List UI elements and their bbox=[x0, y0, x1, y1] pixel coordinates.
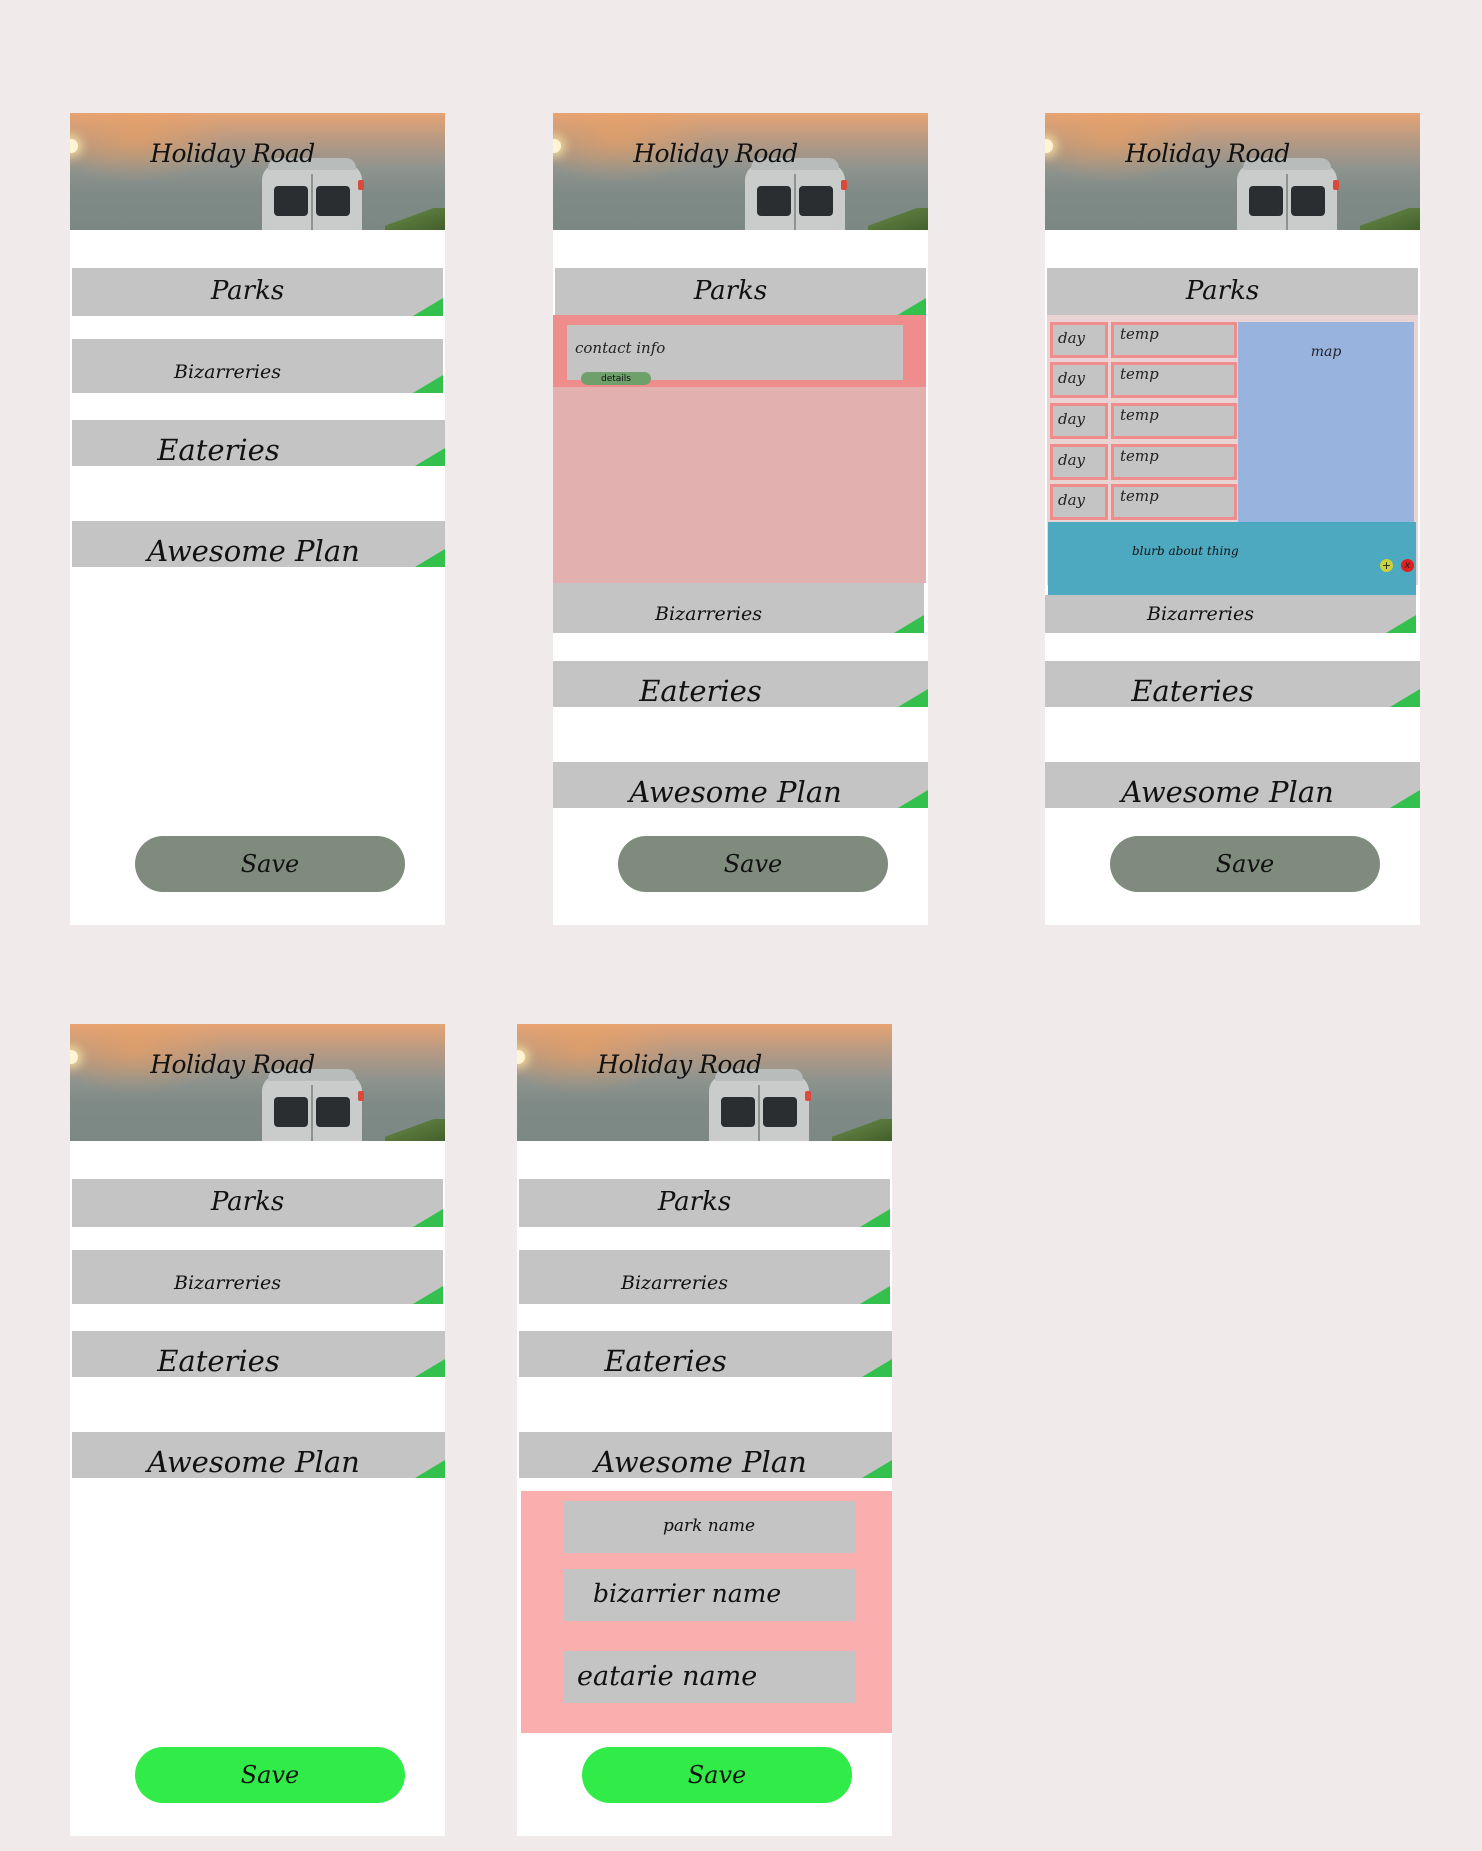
hero-banner: Holiday Road bbox=[553, 113, 928, 230]
save-button[interactable]: Save bbox=[618, 836, 888, 892]
bizarreries-section-bar[interactable]: Bizarreries bbox=[72, 1250, 443, 1304]
bizarrerie-name-field: bizarrier name bbox=[563, 1569, 855, 1621]
itinerary-panel: park name bizarrier name eatarie name bbox=[521, 1491, 892, 1733]
screen-save-enabled: Holiday Road Parks Bizarreries Eateries … bbox=[70, 1024, 445, 1836]
parks-section-bar[interactable]: Parks bbox=[1047, 268, 1418, 316]
van-image bbox=[709, 1069, 811, 1141]
bizarreries-section-bar[interactable]: Bizarreries bbox=[519, 1250, 890, 1304]
park-name-field: park name bbox=[563, 1501, 855, 1553]
weather-temp: temp bbox=[1111, 322, 1237, 358]
eateries-label: Eateries bbox=[157, 433, 280, 466]
app-title: Holiday Road bbox=[597, 1050, 762, 1079]
map-label: map bbox=[1310, 344, 1342, 360]
save-button[interactable]: Save bbox=[582, 1747, 852, 1803]
details-button[interactable]: details bbox=[581, 372, 651, 385]
bizarreries-label: Bizarreries bbox=[621, 1272, 728, 1294]
blurb-text: blurb about thing bbox=[1132, 544, 1239, 558]
save-button[interactable]: Save bbox=[1110, 836, 1380, 892]
plan-section-bar[interactable]: Awesome Plan bbox=[72, 1432, 445, 1478]
eateries-label: Eateries bbox=[157, 1344, 280, 1377]
weather-day: day bbox=[1050, 484, 1108, 520]
app-title: Holiday Road bbox=[150, 1050, 315, 1079]
screen-default: Holiday Road Parks Bizarreries Eateries … bbox=[70, 113, 445, 925]
parks-label: Parks bbox=[657, 1187, 732, 1217]
plan-label: Awesome Plan bbox=[594, 1445, 807, 1478]
weather-temp: temp bbox=[1111, 362, 1237, 398]
plan-section-bar[interactable]: Awesome Plan bbox=[519, 1432, 892, 1478]
save-button[interactable]: Save bbox=[135, 1747, 405, 1803]
weather-temp: temp bbox=[1111, 444, 1237, 480]
blurb-panel: blurb about thing + x bbox=[1048, 522, 1416, 595]
bizarreries-section-bar[interactable]: Bizarreries bbox=[72, 339, 443, 393]
parks-section-bar[interactable]: Parks bbox=[519, 1179, 890, 1227]
weather-day: day bbox=[1050, 444, 1108, 480]
plan-label: Awesome Plan bbox=[147, 1445, 360, 1478]
eateries-section-bar[interactable]: Eateries bbox=[1045, 661, 1420, 707]
save-button[interactable]: Save bbox=[135, 836, 405, 892]
parks-label: Parks bbox=[693, 276, 768, 306]
weather-temp: temp bbox=[1111, 484, 1237, 520]
plan-section-bar[interactable]: Awesome Plan bbox=[1045, 762, 1420, 808]
screen-parks-expanded: Holiday Road Parks contact info details … bbox=[553, 113, 928, 925]
plan-section-bar[interactable]: Awesome Plan bbox=[553, 762, 928, 808]
add-icon[interactable]: + bbox=[1380, 559, 1393, 572]
bizarreries-section-bar[interactable]: Bizarreries bbox=[1045, 595, 1416, 633]
weather-day: day bbox=[1050, 403, 1108, 439]
remove-icon[interactable]: x bbox=[1401, 559, 1414, 572]
app-title: Holiday Road bbox=[1125, 139, 1290, 168]
hero-banner: Holiday Road bbox=[70, 113, 445, 230]
parks-label: Parks bbox=[1185, 276, 1260, 306]
weather-day: day bbox=[1050, 362, 1108, 398]
contact-info-label: contact info bbox=[575, 339, 666, 357]
eateries-label: Eateries bbox=[1131, 674, 1254, 707]
parks-label: Parks bbox=[210, 276, 285, 306]
eateries-section-bar[interactable]: Eateries bbox=[519, 1331, 892, 1377]
van-image bbox=[262, 158, 364, 230]
bizarreries-label: Bizarreries bbox=[174, 1272, 281, 1294]
parks-label: Parks bbox=[210, 1187, 285, 1217]
app-title: Holiday Road bbox=[633, 139, 798, 168]
eateries-section-bar[interactable]: Eateries bbox=[72, 420, 445, 466]
map-placeholder[interactable]: map bbox=[1238, 322, 1414, 522]
eatery-name-field: eatarie name bbox=[563, 1651, 855, 1703]
weather-temp: temp bbox=[1111, 403, 1237, 439]
app-title: Holiday Road bbox=[150, 139, 315, 168]
hero-banner: Holiday Road bbox=[1045, 113, 1420, 230]
plan-label: Awesome Plan bbox=[629, 775, 842, 808]
hero-banner: Holiday Road bbox=[517, 1024, 892, 1141]
bizarreries-label: Bizarreries bbox=[174, 361, 281, 383]
weather-day: day bbox=[1050, 322, 1108, 358]
bizarreries-label: Bizarreries bbox=[1147, 603, 1254, 625]
hero-banner: Holiday Road bbox=[70, 1024, 445, 1141]
eateries-section-bar[interactable]: Eateries bbox=[553, 661, 928, 707]
bizarreries-section-bar[interactable]: Bizarreries bbox=[553, 583, 924, 633]
plan-label: Awesome Plan bbox=[1121, 775, 1334, 808]
van-image bbox=[745, 158, 847, 230]
van-image bbox=[262, 1069, 364, 1141]
parks-section-bar[interactable]: Parks bbox=[555, 268, 926, 316]
bizarreries-label: Bizarreries bbox=[655, 603, 762, 625]
parks-section-bar[interactable]: Parks bbox=[72, 1179, 443, 1227]
screen-park-details: Holiday Road Parks day temp day temp day… bbox=[1045, 113, 1420, 925]
van-image bbox=[1237, 158, 1339, 230]
parks-section-bar[interactable]: Parks bbox=[72, 268, 443, 316]
eateries-section-bar[interactable]: Eateries bbox=[72, 1331, 445, 1377]
eateries-label: Eateries bbox=[604, 1344, 727, 1377]
screen-plan-expanded: Holiday Road Parks Bizarreries Eateries … bbox=[517, 1024, 892, 1836]
eateries-label: Eateries bbox=[639, 674, 762, 707]
plan-section-bar[interactable]: Awesome Plan bbox=[72, 521, 445, 567]
plan-label: Awesome Plan bbox=[147, 534, 360, 567]
